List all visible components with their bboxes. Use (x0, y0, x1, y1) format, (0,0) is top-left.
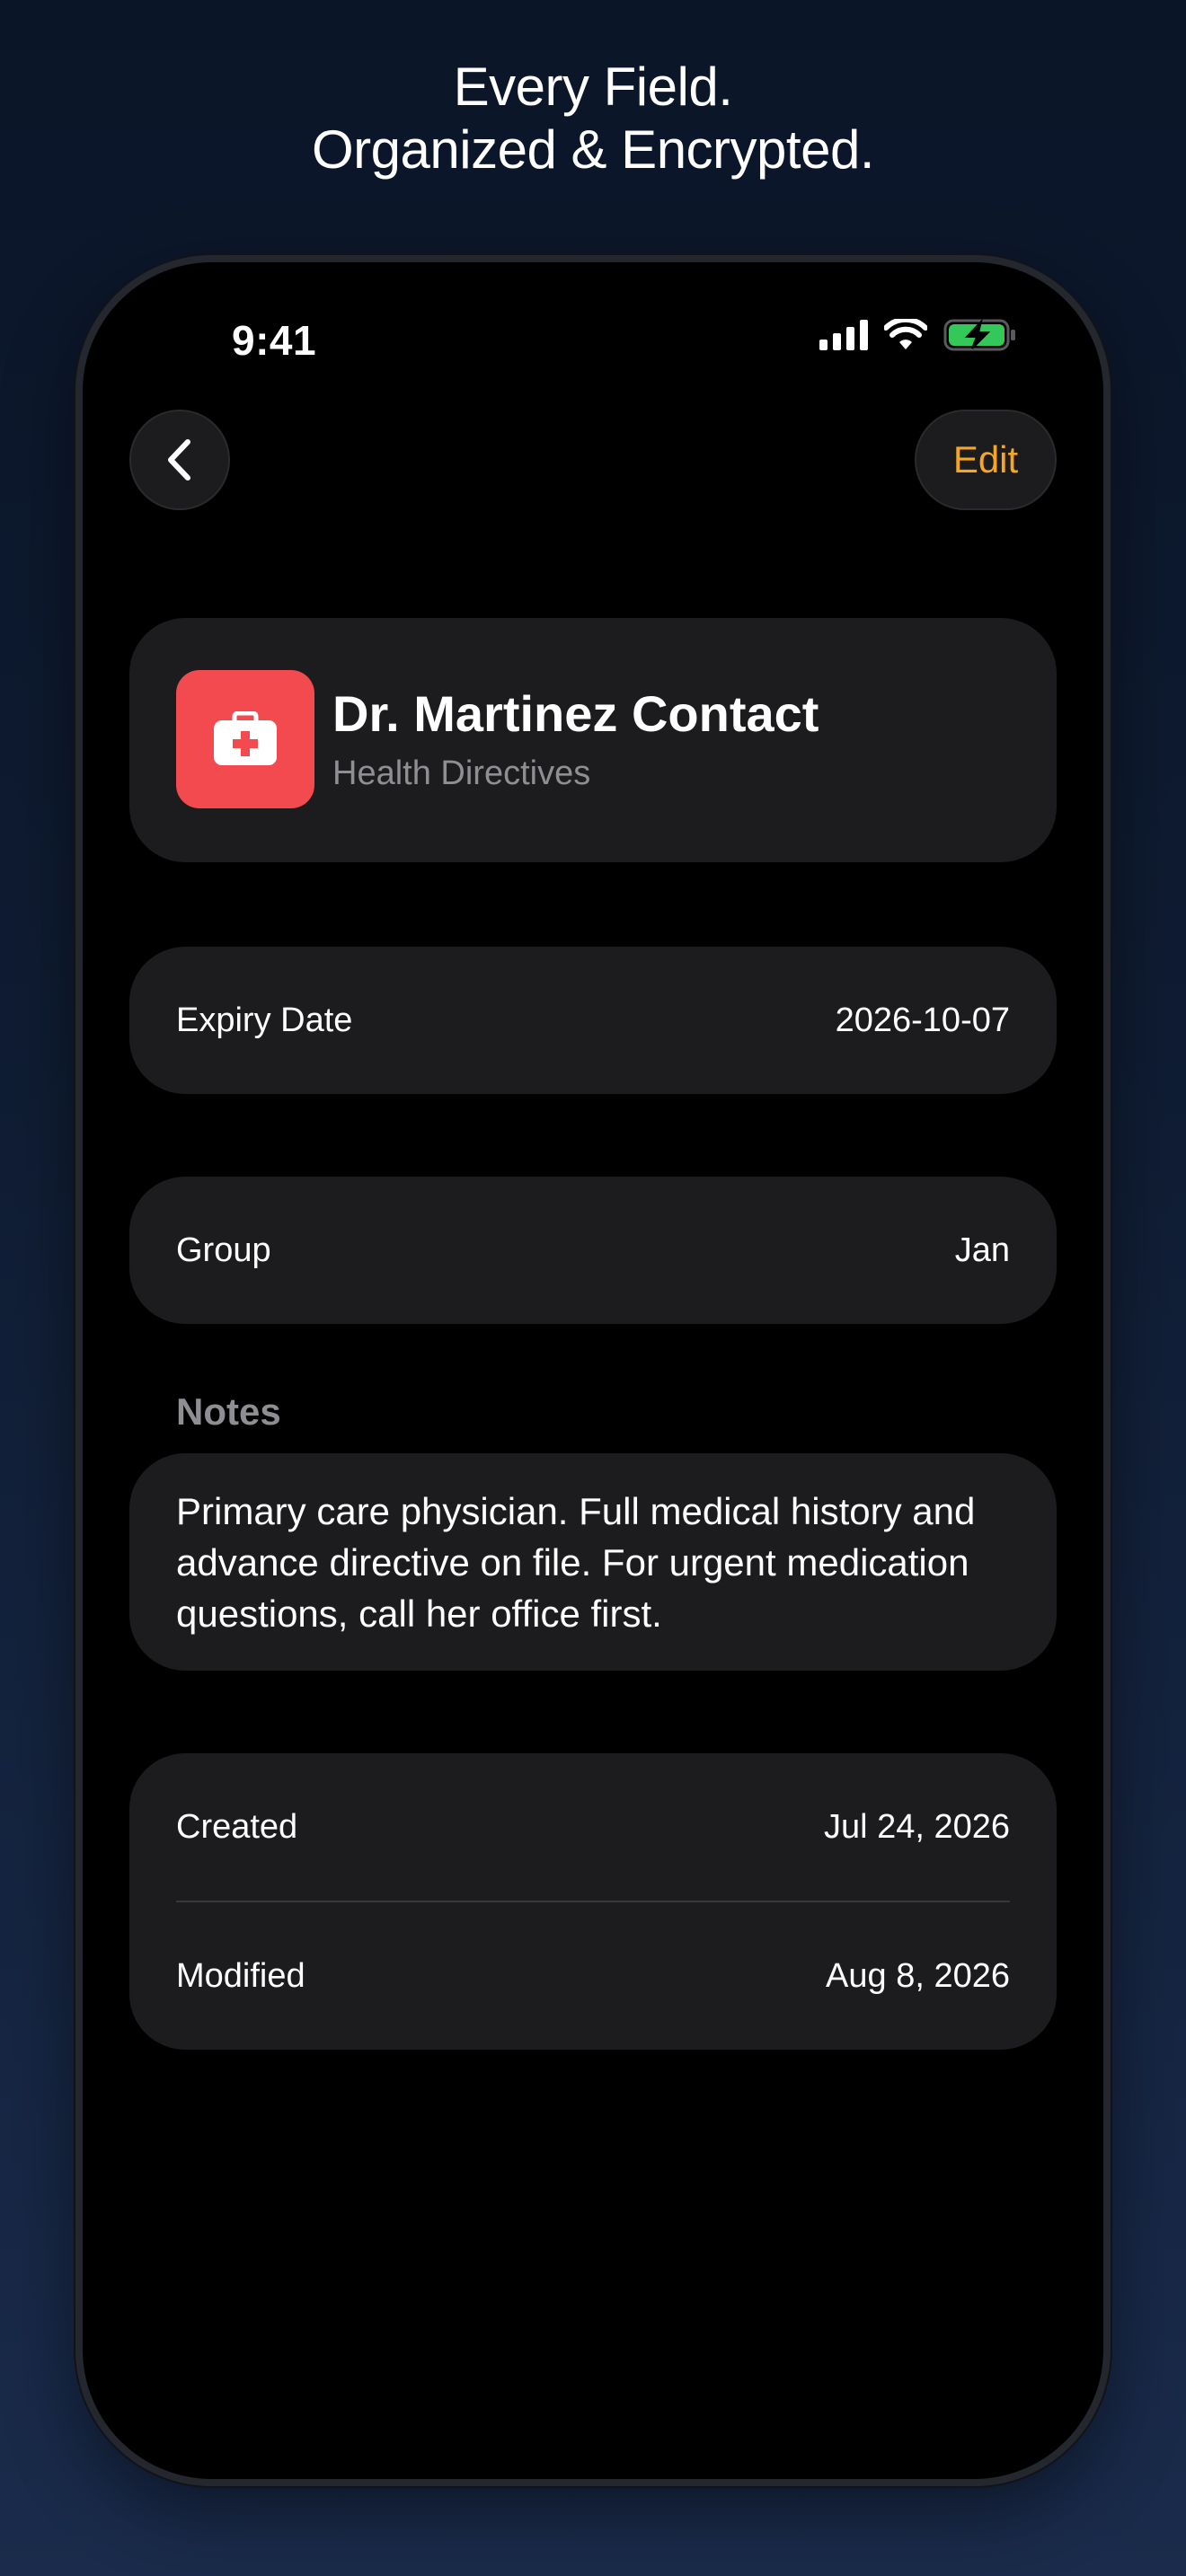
phone-frame: 9:41 Edit Dr. Martinez Contact Health Di… (75, 255, 1111, 2486)
headline-line-1: Every Field. (453, 57, 733, 117)
modified-value: Aug 8, 2026 (826, 1956, 1010, 1995)
notes-text: Primary care physician. Full medical his… (176, 1490, 976, 1635)
record-title: Dr. Martinez Contact (332, 685, 819, 742)
record-category-icon-tile (176, 670, 314, 808)
group-row: Group Jan (176, 1177, 1010, 1324)
modified-label: Modified (176, 1956, 305, 1995)
battery-charging-icon (943, 318, 1015, 351)
chevron-left-icon (168, 439, 190, 481)
group-card[interactable]: Group Jan (129, 1177, 1057, 1324)
modified-row: Modified Aug 8, 2026 (176, 1902, 1010, 2050)
group-label: Group (176, 1231, 271, 1269)
created-label: Created (176, 1807, 298, 1846)
notes-card[interactable]: Primary care physician. Full medical his… (129, 1453, 1057, 1671)
record-header-card: Dr. Martinez Contact Health Directives (129, 618, 1057, 862)
record-category: Health Directives (332, 754, 591, 792)
created-value: Jul 24, 2026 (823, 1807, 1010, 1846)
wifi-icon (884, 319, 927, 349)
created-row: Created Jul 24, 2026 (176, 1753, 1010, 1901)
expiry-date-label: Expiry Date (176, 1001, 353, 1039)
dates-card: Created Jul 24, 2026 Modified Aug 8, 202… (129, 1753, 1057, 2050)
medical-kit-icon (214, 711, 277, 765)
edit-button[interactable]: Edit (915, 410, 1057, 510)
status-icons (819, 318, 1017, 352)
status-time: 9:41 (232, 317, 317, 364)
signal-icon (819, 320, 868, 350)
headline-line-2: Organized & Encrypted. (311, 119, 875, 180)
expiry-date-card[interactable]: Expiry Date 2026-10-07 (129, 947, 1057, 1094)
marketing-headline: Every Field. Organized & Encrypted. (0, 56, 1186, 181)
expiry-date-value: 2026-10-07 (835, 1001, 1010, 1039)
notes-section-label: Notes (176, 1390, 281, 1433)
back-button[interactable] (129, 410, 230, 510)
expiry-date-row: Expiry Date 2026-10-07 (176, 947, 1010, 1094)
group-value: Jan (954, 1231, 1010, 1269)
